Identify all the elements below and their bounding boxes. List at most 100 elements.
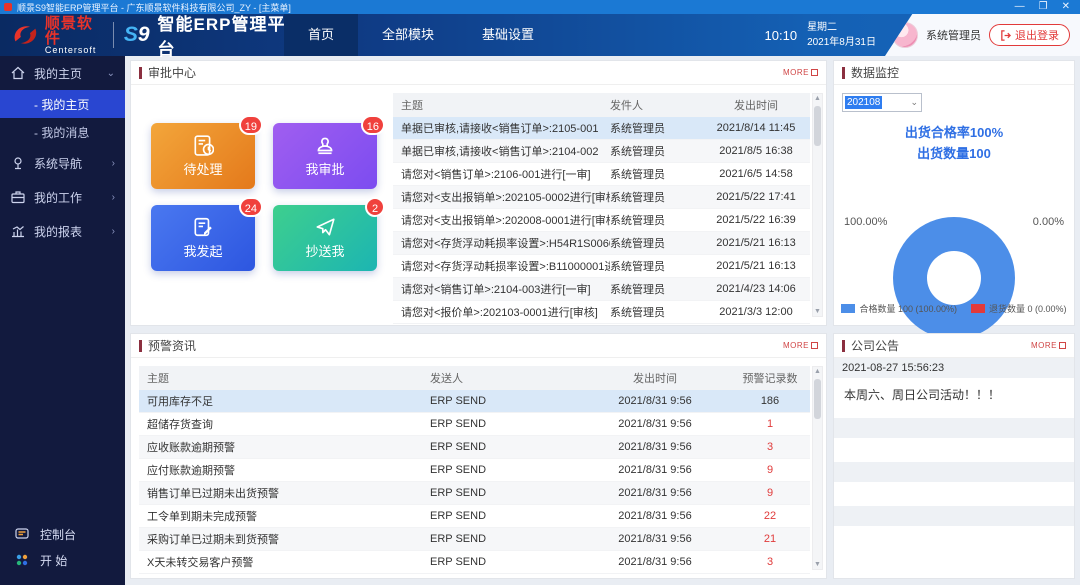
cell-time: 2021/5/21 16:13 (702, 237, 810, 249)
col-time[interactable]: 发出时间 (702, 97, 810, 113)
legend-label: 退货数量 0 (0.00%) (989, 302, 1067, 315)
cell-time: 2021/8/5 16:38 (702, 145, 810, 157)
approval-table: 主题发件人发出时间单据已审核,请接收<销售订单>:2105-001系统管理员20… (393, 93, 810, 321)
sidebar-item-0[interactable]: 我的主页⌄ (0, 56, 125, 90)
table-row[interactable]: 采购订单已过期未到货预警ERP SEND2021/8/31 9:5621 (139, 528, 810, 551)
col-subject[interactable]: 主题 (393, 97, 610, 113)
alerts-table: 主题发送人发出时间预警记录数可用库存不足ERP SEND2021/8/31 9:… (139, 366, 810, 570)
table-row[interactable]: 可用库存不足ERP SEND2021/8/31 9:56186 (139, 390, 810, 413)
table-row[interactable]: 请您对<销售订单>:2104-003进行[一审]系统管理员2021/4/23 1… (393, 278, 810, 301)
cell-time: 2021/8/31 9:56 (580, 487, 730, 499)
sidebar: 我的主页⌄- 我的主页- 我的消息系统导航›我的工作›我的报表› 控制台开 始 (0, 56, 125, 585)
tile-我发起[interactable]: 我发起24 (151, 205, 255, 271)
nav-tab-全部模块[interactable]: 全部模块 (358, 14, 458, 56)
title-accent-bar (139, 67, 142, 79)
legend-item[interactable]: 合格数量 100 (100.00%) (841, 302, 957, 315)
notice-date[interactable]: 2021-08-27 15:56:23 (834, 358, 1074, 378)
donut-chart[interactable] (893, 217, 1015, 339)
table-row[interactable]: 请您对<存货浮动耗损率设置>:H54R1S006002进行[审核]系统管理员20… (393, 232, 810, 255)
col-subject[interactable]: 主题 (139, 370, 430, 386)
alerts-more-button[interactable]: MORE (783, 341, 818, 350)
nav-tab-基础设置[interactable]: 基础设置 (458, 14, 558, 56)
minimize-button[interactable]: — (1015, 0, 1025, 14)
approval-panel-title: 审批中心 (148, 64, 196, 81)
sidebar-footer-开 始[interactable]: 开 始 (0, 547, 125, 573)
notice-more-button[interactable]: MORE (1031, 341, 1066, 350)
emblem-s: S (124, 23, 138, 46)
table-row[interactable]: 请您对<存货浮动耗损率设置>:B11000001进行[审核]系统管理员2021/… (393, 255, 810, 278)
table-row[interactable]: 请您对<支出报销单>:202105-0002进行[审核]系统管理员2021/5/… (393, 186, 810, 209)
cell-time: 2021/4/23 14:06 (702, 283, 810, 295)
sidebar-item-2[interactable]: 我的工作› (0, 180, 125, 214)
cell-time: 2021/8/14 11:45 (702, 122, 810, 134)
col-time[interactable]: 发出时间 (580, 370, 730, 386)
scroll-down-icon[interactable]: ▼ (813, 308, 822, 315)
month-select[interactable]: 202108 ⌄ (842, 93, 922, 112)
cell-time: 2021/8/31 9:56 (580, 418, 730, 430)
sidebar-subitem-0-1[interactable]: - 我的消息 (0, 118, 125, 146)
table-header-row: 主题发件人发出时间 (393, 93, 810, 117)
notice-empty-row (834, 462, 1074, 482)
title-accent-bar (842, 340, 845, 352)
chevron-down-icon: ⌄ (910, 97, 918, 108)
tile-count-badge: 2 (365, 197, 385, 217)
logout-button[interactable]: 退出登录 (989, 24, 1070, 46)
table-row[interactable]: 工令单到期未完成预警ERP SEND2021/8/31 9:5622 (139, 505, 810, 528)
s9-emblem: S9 (124, 23, 150, 47)
col-sender[interactable]: 发件人 (610, 97, 702, 113)
more-grid-icon (1059, 342, 1066, 349)
scroll-thumb[interactable] (814, 106, 821, 146)
table-row[interactable]: 应付账款逾期预警ERP SEND2021/8/31 9:569 (139, 459, 810, 482)
approval-more-button[interactable]: MORE (783, 68, 818, 77)
scroll-down-icon[interactable]: ▼ (813, 561, 822, 568)
tile-待处理[interactable]: 待处理19 (151, 123, 255, 189)
col-sender[interactable]: 发送人 (430, 370, 580, 386)
table-row[interactable]: X天未转交易客户预警ERP SEND2021/8/31 9:563 (139, 551, 810, 574)
logout-icon (1000, 30, 1011, 41)
brand-logo: 顺景软件 Centersoft S9 智能ERP管理平台 (0, 10, 290, 60)
tile-label: 抄送我 (305, 241, 344, 260)
notice-empty-row (834, 438, 1074, 462)
table-row[interactable]: 单据已审核,请接收<销售订单>:2104-002系统管理员2021/8/5 16… (393, 140, 810, 163)
monitor-headline: 出货合格率100% 出货数量100 (834, 123, 1074, 165)
cell-time: 2021/8/31 9:56 (580, 441, 730, 453)
sidebar-footer-控制台[interactable]: 控制台 (0, 521, 125, 547)
footer-label: 开 始 (40, 552, 67, 569)
legend-item[interactable]: 退货数量 0 (0.00%) (971, 302, 1067, 315)
table-row[interactable]: 请您对<销售订单>:2106-001进行[一审]系统管理员2021/6/5 14… (393, 163, 810, 186)
scroll-up-icon[interactable]: ▲ (813, 368, 822, 375)
cell-alert-count: 21 (730, 533, 810, 545)
cell-sender: ERP SEND (430, 441, 580, 453)
table-row[interactable]: 请您对<支出报销单>:202008-0001进行[审核]系统管理员2021/5/… (393, 209, 810, 232)
ship-qty-text: 出货数量100 (834, 144, 1074, 165)
table-row[interactable]: 单据已审核,请接收<销售订单>:2105-001系统管理员2021/8/14 1… (393, 117, 810, 140)
cell-sender: ERP SEND (430, 510, 580, 522)
sidebar-item-label: 我的报表 (34, 223, 82, 240)
col-count[interactable]: 预警记录数 (730, 370, 810, 386)
nav-tab-首页[interactable]: 首页 (284, 14, 358, 56)
cell-time: 2021/8/31 9:56 (580, 395, 730, 407)
sidebar-item-3[interactable]: 我的报表› (0, 214, 125, 248)
cell-sender: 系统管理员 (610, 281, 702, 297)
alerts-table-scrollbar[interactable]: ▲ ▼ (812, 366, 823, 570)
scroll-thumb[interactable] (814, 379, 821, 419)
table-row[interactable]: 超储存货查询ERP SEND2021/8/31 9:561 (139, 413, 810, 436)
avatar[interactable] (892, 22, 918, 48)
sidebar-subitem-0-0[interactable]: - 我的主页 (0, 90, 125, 118)
report-chart-icon (10, 223, 26, 239)
table-row[interactable]: 应收账款逾期预警ERP SEND2021/8/31 9:563 (139, 436, 810, 459)
scroll-up-icon[interactable]: ▲ (813, 95, 822, 102)
tile-count-badge: 24 (239, 197, 263, 217)
tile-我审批[interactable]: 我审批16 (273, 123, 377, 189)
tile-抄送我[interactable]: 抄送我2 (273, 205, 377, 271)
logo-text-cn: 顺景软件 (45, 16, 103, 46)
approval-table-scrollbar[interactable]: ▲ ▼ (812, 93, 823, 317)
sidebar-item-1[interactable]: 系统导航› (0, 146, 125, 180)
cell-sender: 系统管理员 (610, 166, 702, 182)
table-row[interactable]: 销售订单已过期未出货预警ERP SEND2021/8/31 9:569 (139, 482, 810, 505)
more-grid-icon (811, 69, 818, 76)
cell-subject: 应付账款逾期预警 (139, 462, 430, 478)
table-row[interactable]: 请您对<报价单>:202103-0001进行[审核]系统管理员2021/3/3 … (393, 301, 810, 324)
close-button[interactable]: ✕ (1062, 0, 1070, 14)
maximize-button[interactable]: ❐ (1039, 0, 1048, 14)
